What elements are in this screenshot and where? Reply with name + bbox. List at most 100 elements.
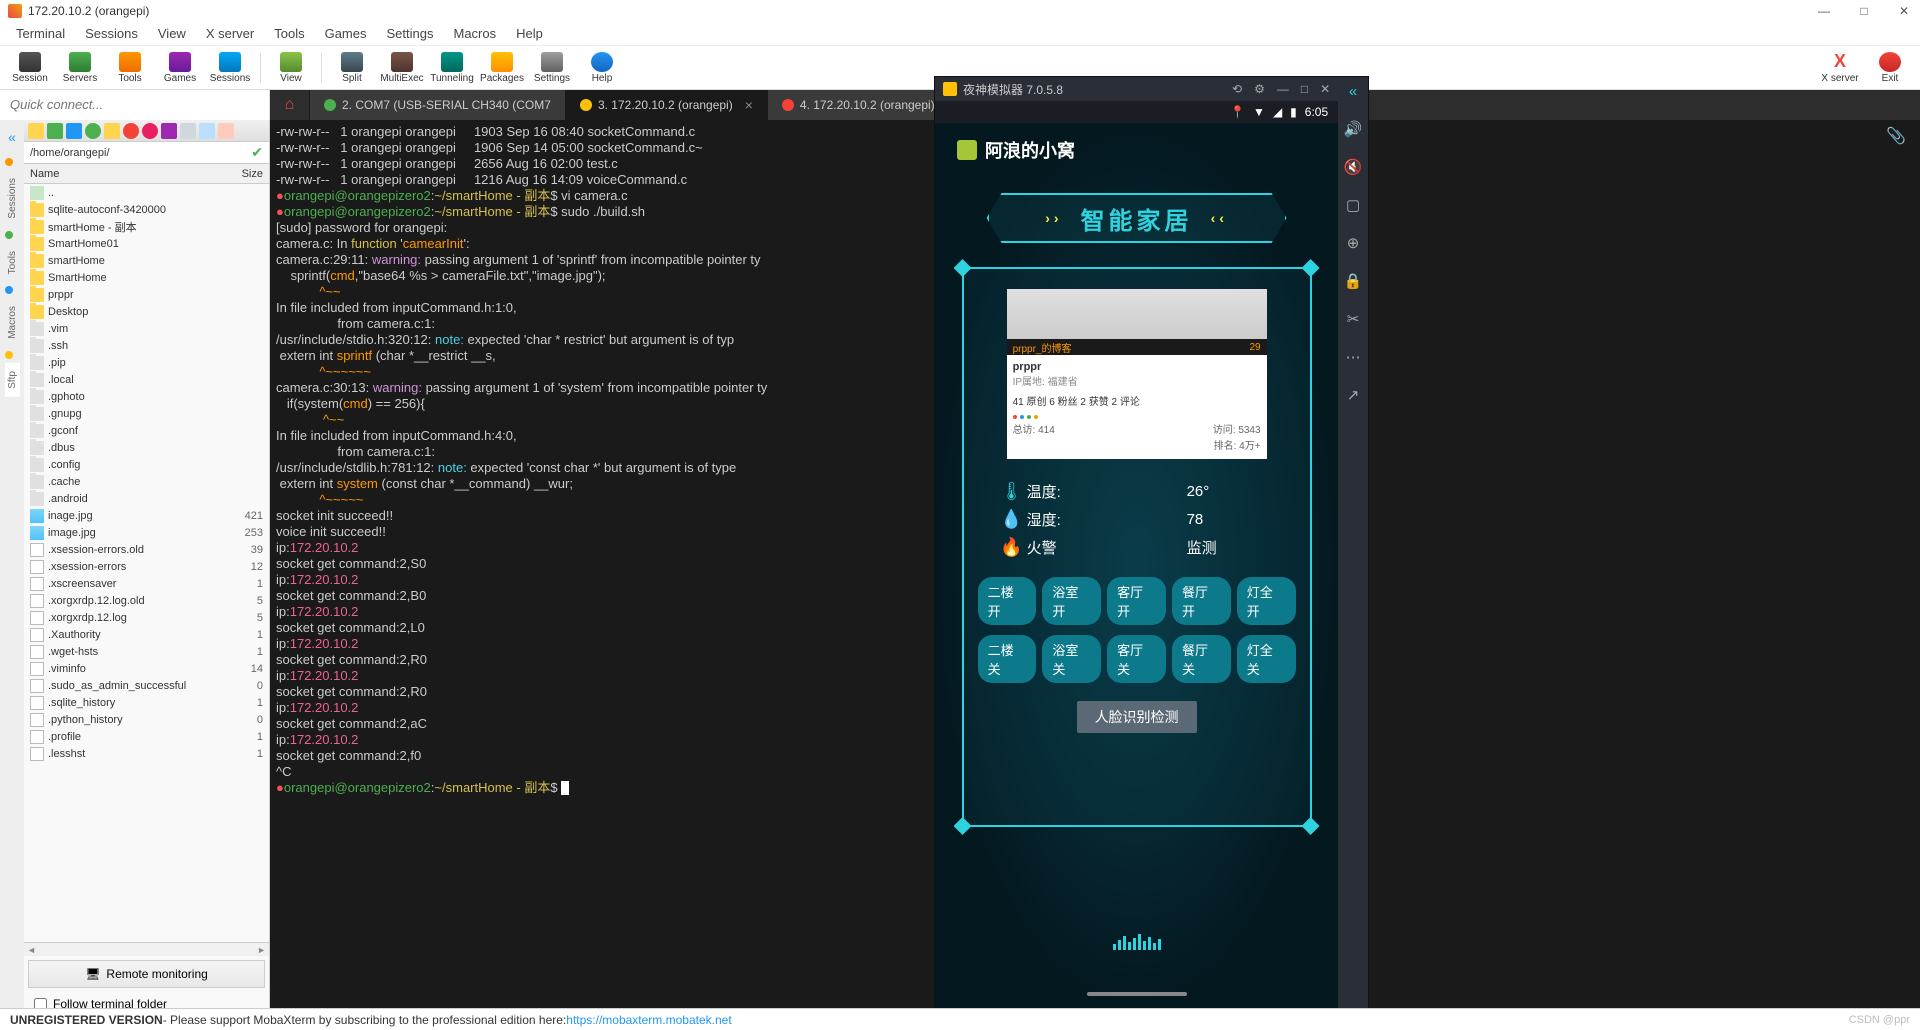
sftp-btn-8[interactable] [161,123,177,139]
remote-monitoring-button[interactable]: 🖥 Remote monitoring [28,960,265,988]
collapse-panel-icon[interactable]: « [0,128,24,146]
sftp-btn-6[interactable] [123,123,139,139]
file-row[interactable]: .wget-hsts1 [24,643,269,660]
file-row[interactable]: .ssh [24,337,269,354]
control-pill[interactable]: 灯全关 [1237,635,1296,683]
minimize-button[interactable]: — [1816,3,1832,19]
sftp-btn-10[interactable] [199,123,215,139]
file-row[interactable]: .gconf [24,422,269,439]
file-row[interactable]: .xscreensaver1 [24,575,269,592]
tool-sessions[interactable]: Sessions [206,47,254,89]
file-row[interactable]: .Xauthority1 [24,626,269,643]
file-row[interactable]: SmartHome [24,269,269,286]
side-tab-sftp[interactable]: Sftp [5,363,20,397]
file-row[interactable]: .gnupg [24,405,269,422]
tab-close-icon[interactable]: × [745,97,753,113]
tool-help[interactable]: Help [578,47,626,89]
menu-settings[interactable]: Settings [377,26,444,41]
maximize-button[interactable]: □ [1856,3,1872,19]
sftp-path[interactable]: /home/orangepi/ ✔ [24,142,269,164]
nox-settings-icon[interactable]: ⚙ [1254,82,1265,96]
tool-servers[interactable]: Servers [56,47,104,89]
file-row[interactable]: .gphoto [24,388,269,405]
nox-side-button-0[interactable]: « [1349,83,1357,100]
tool-exit[interactable]: Exit [1866,47,1914,89]
tab-home[interactable] [270,90,310,120]
file-row[interactable]: .viminfo14 [24,660,269,677]
session-tab[interactable]: 3. 172.20.10.2 (orangepi)× [566,90,768,120]
nox-close-button[interactable]: ✕ [1320,82,1330,96]
file-row[interactable]: smartHome [24,252,269,269]
sftp-btn-7[interactable] [142,123,158,139]
file-row[interactable]: .profile1 [24,728,269,745]
control-pill[interactable]: 客厅开 [1107,577,1166,625]
file-row[interactable]: .lesshst1 [24,745,269,762]
side-tab-sessions[interactable]: Sessions [5,170,20,227]
menu-tools[interactable]: Tools [264,26,314,41]
file-row[interactable]: .sqlite_history1 [24,694,269,711]
face-recognition-button[interactable]: 人脸识别检测 [1077,701,1197,733]
file-row[interactable]: .python_history0 [24,711,269,728]
quick-connect-input[interactable] [0,90,270,120]
sftp-btn-11[interactable] [218,123,234,139]
control-pill[interactable]: 灯全开 [1237,577,1296,625]
nox-rotate-icon[interactable]: ⟲ [1232,82,1242,96]
file-row[interactable]: sqlite-autoconf-3420000 [24,201,269,218]
tool-games[interactable]: Games [156,47,204,89]
tool-tunneling[interactable]: Tunneling [428,47,476,89]
control-pill[interactable]: 浴室开 [1042,577,1101,625]
control-pill[interactable]: 二楼关 [978,635,1037,683]
sftp-btn-2[interactable] [47,123,63,139]
nox-side-button-1[interactable]: 🔊 [1344,120,1363,138]
nox-side-button-6[interactable]: ✂ [1347,310,1360,328]
tool-settings[interactable]: Settings [528,47,576,89]
nox-side-button-2[interactable]: 🔇 [1344,158,1363,176]
menu-games[interactable]: Games [315,26,377,41]
tool-tools[interactable]: Tools [106,47,154,89]
tool-packages[interactable]: Packages [478,47,526,89]
menu-view[interactable]: View [148,26,196,41]
file-row[interactable]: .xorgxrdp.12.log.old5 [24,592,269,609]
sftp-btn-1[interactable] [28,123,44,139]
sftp-btn-3[interactable] [66,123,82,139]
sftp-file-list[interactable]: ..sqlite-autoconf-3420000smartHome - 副本S… [24,184,269,942]
file-row[interactable]: .xsession-errors.old39 [24,541,269,558]
nox-side-button-8[interactable]: ↗ [1347,386,1360,404]
nox-maximize-button[interactable]: □ [1301,82,1308,96]
file-row[interactable]: .config [24,456,269,473]
menu-terminal[interactable]: Terminal [6,26,75,41]
file-row[interactable]: Desktop [24,303,269,320]
upgrade-link[interactable]: https://mobaxterm.mobatek.net [566,1013,731,1027]
sftp-hscroll[interactable] [24,942,269,956]
nox-side-button-3[interactable]: ▢ [1346,196,1360,214]
file-row[interactable]: .local [24,371,269,388]
file-row[interactable]: .vim [24,320,269,337]
side-tab-macros[interactable]: Macros [5,298,20,347]
control-pill[interactable]: 客厅关 [1107,635,1166,683]
menu-macros[interactable]: Macros [443,26,506,41]
menu-help[interactable]: Help [506,26,553,41]
file-row[interactable]: .. [24,184,269,201]
file-row[interactable]: .dbus [24,439,269,456]
control-pill[interactable]: 浴室关 [1042,635,1101,683]
file-row[interactable]: .pip [24,354,269,371]
tool-multiexec[interactable]: MultiExec [378,47,426,89]
menu-sessions[interactable]: Sessions [75,26,148,41]
side-tab-tools[interactable]: Tools [5,243,20,282]
tool-split[interactable]: Split [328,47,376,89]
file-row[interactable]: .cache [24,473,269,490]
nox-minimize-button[interactable]: — [1277,82,1289,96]
tool-session[interactable]: Session [6,47,54,89]
file-row[interactable]: smartHome - 副本 [24,218,269,235]
close-button[interactable]: ✕ [1896,3,1912,19]
file-row[interactable]: SmartHome01 [24,235,269,252]
file-row[interactable]: .sudo_as_admin_successful0 [24,677,269,694]
nox-side-button-5[interactable]: 🔒 [1344,272,1363,290]
control-pill[interactable]: 餐厅开 [1172,577,1231,625]
tool-x server[interactable]: X server [1816,47,1864,89]
menu-x-server[interactable]: X server [196,26,264,41]
nav-handle[interactable] [1087,992,1187,996]
control-pill[interactable]: 餐厅关 [1172,635,1231,683]
session-tab[interactable]: 2. COM7 (USB-SERIAL CH340 (COM7 [310,90,566,120]
file-row[interactable]: .android [24,490,269,507]
